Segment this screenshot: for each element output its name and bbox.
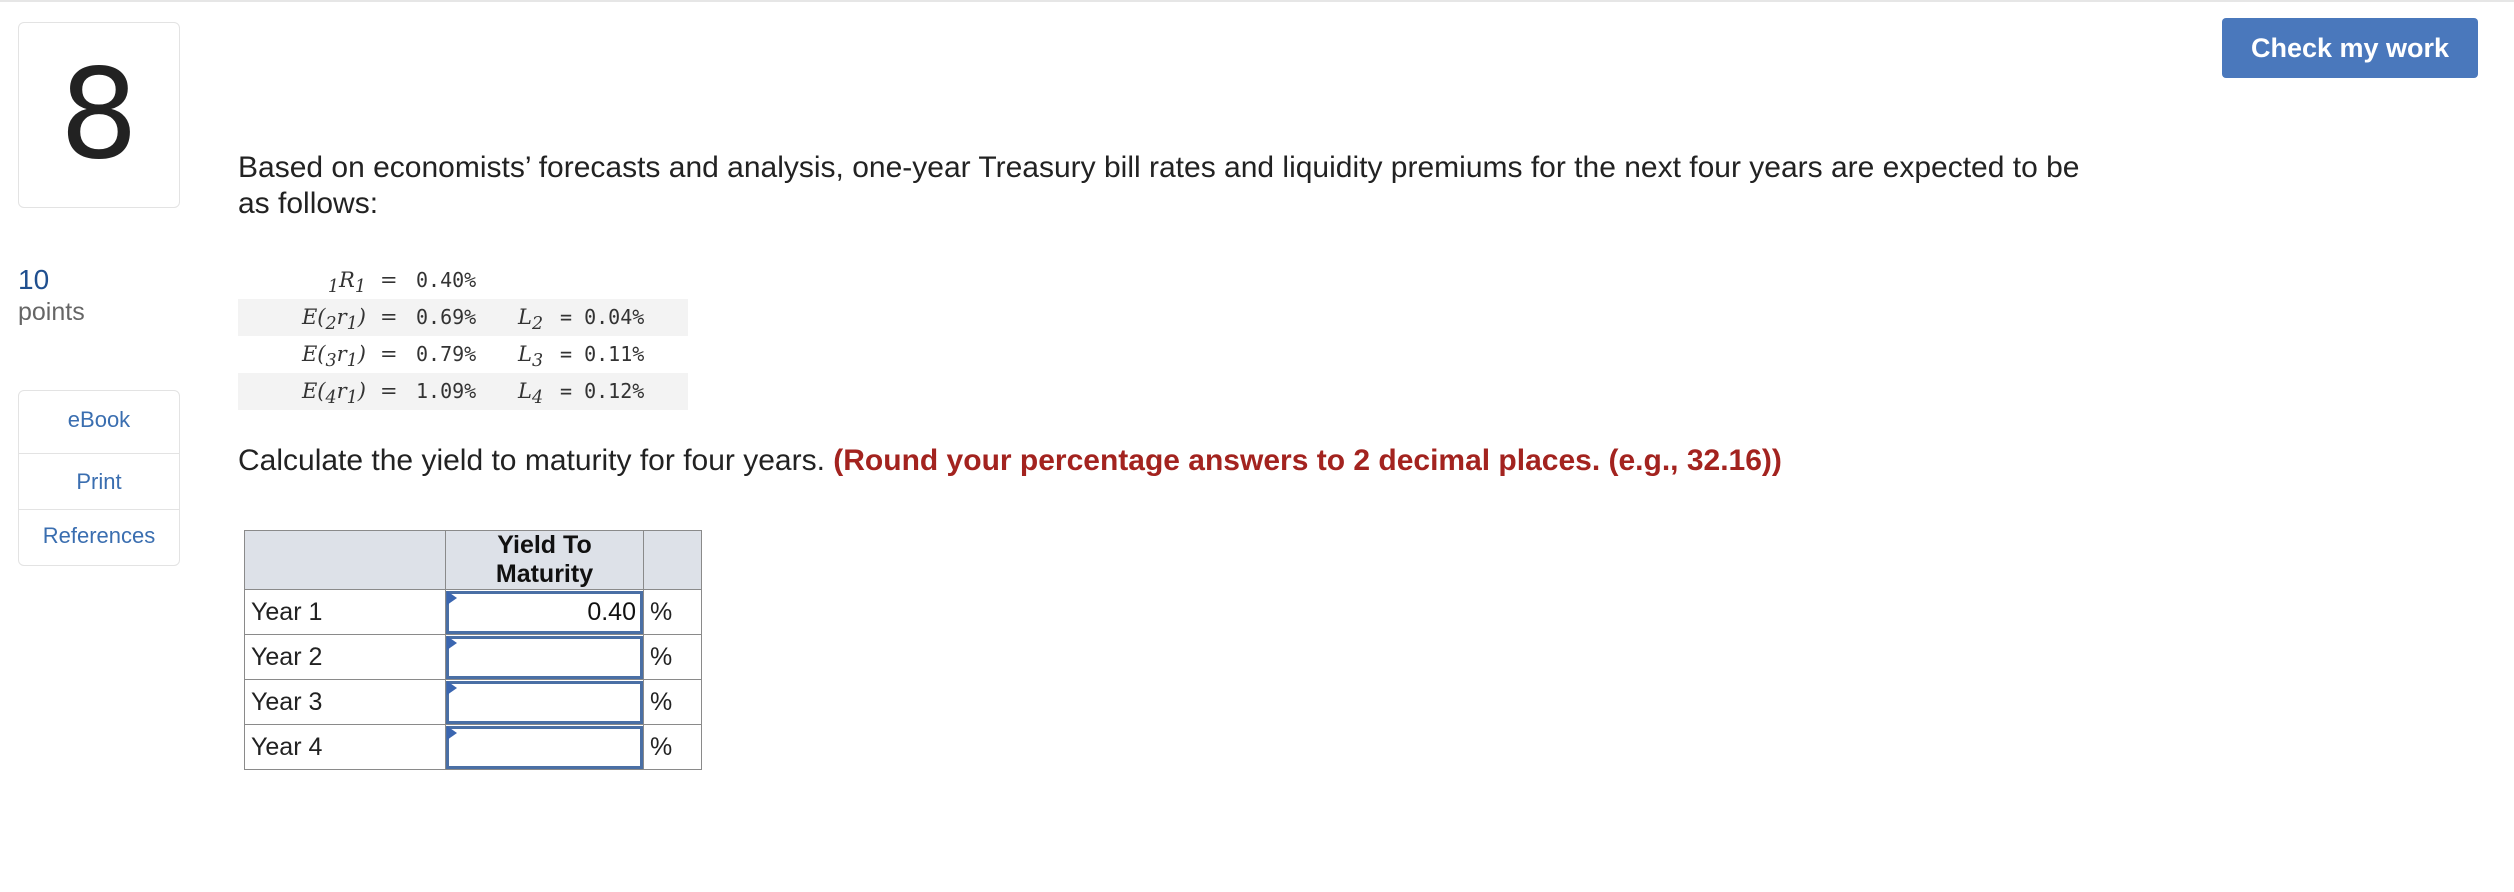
rate-symbol: E(4r1) [301, 379, 366, 409]
rounding-note: (Round your percentage answers to 2 deci… [833, 444, 1782, 477]
premium-symbol: L3 [518, 342, 544, 372]
rate-value: 0.79% [416, 342, 477, 366]
divider [19, 509, 179, 510]
rate-symbol: E(2r1) [301, 305, 366, 335]
divider [19, 453, 179, 454]
table-header-row: Yield To Maturity [244, 530, 702, 590]
answer-cell [445, 589, 644, 635]
percent-unit: % [643, 634, 702, 680]
ebook-link[interactable]: eBook [19, 407, 179, 433]
points-label: points [18, 298, 85, 326]
percent-unit: % [643, 589, 702, 635]
resource-links-panel: eBook Print References [18, 390, 180, 566]
equals-sign: = [380, 305, 398, 329]
table-row: Year 3 % [244, 679, 702, 725]
rate-row: E(3r1) = 0.79% L3 = 0.11% [238, 336, 688, 373]
equals-sign: = [380, 268, 398, 292]
check-my-work-button[interactable]: Check my work [2222, 18, 2478, 78]
rate-symbol: E(3r1) [301, 342, 366, 372]
rate-row: 1R1 = 0.40% [238, 262, 688, 299]
table-header-ytm: Yield To Maturity [445, 530, 644, 590]
answer-cell [445, 724, 644, 770]
row-label: Year 1 [244, 589, 446, 635]
row-label: Year 4 [244, 724, 446, 770]
premium-value: = 0.12% [560, 379, 645, 403]
question-number-box: 8 [18, 22, 180, 208]
equals-sign: = [380, 379, 398, 403]
table-row: Year 1 % [244, 589, 702, 635]
rate-row: E(4r1) = 1.09% L4 = 0.12% [238, 373, 688, 410]
instruction-main: Calculate the yield to maturity for four… [238, 444, 825, 477]
premium-value: = 0.11% [560, 342, 645, 366]
rates-list: 1R1 = 0.40% E(2r1) = 0.69% L2 = 0.04% E(… [238, 262, 688, 410]
rate-value: 0.40% [416, 268, 477, 292]
equals-sign: = [380, 342, 398, 366]
year-3-answer-input[interactable] [446, 680, 643, 724]
yield-to-maturity-table: Yield To Maturity Year 1 % Year 2 % Year… [244, 530, 702, 770]
percent-unit: % [643, 724, 702, 770]
instruction-text: Calculate the yield to maturity for four… [238, 444, 1782, 478]
year-1-answer-input[interactable] [446, 590, 643, 634]
references-link[interactable]: References [19, 523, 179, 549]
table-row: Year 2 % [244, 634, 702, 680]
premium-symbol: L2 [518, 305, 544, 335]
rate-value: 0.69% [416, 305, 477, 329]
table-row: Year 4 % [244, 724, 702, 770]
percent-unit: % [643, 679, 702, 725]
question-number: 8 [59, 43, 139, 187]
table-header-blank [244, 530, 446, 590]
table-header-unit [643, 530, 702, 590]
row-label: Year 3 [244, 679, 446, 725]
top-divider [0, 0, 2514, 2]
premium-value: = 0.04% [560, 305, 645, 329]
premium-symbol: L4 [518, 379, 544, 409]
rate-symbol: 1R1 [327, 268, 366, 298]
question-intro-text: Based on economists’ forecasts and analy… [238, 151, 2080, 220]
points-value: 10 [18, 264, 50, 295]
print-link[interactable]: Print [19, 469, 179, 495]
answer-cell [445, 679, 644, 725]
answer-cell [445, 634, 644, 680]
rate-row: E(2r1) = 0.69% L2 = 0.04% [238, 299, 688, 336]
year-2-answer-input[interactable] [446, 635, 643, 679]
row-label: Year 2 [244, 634, 446, 680]
rate-value: 1.09% [416, 379, 477, 403]
year-4-answer-input[interactable] [446, 725, 643, 769]
